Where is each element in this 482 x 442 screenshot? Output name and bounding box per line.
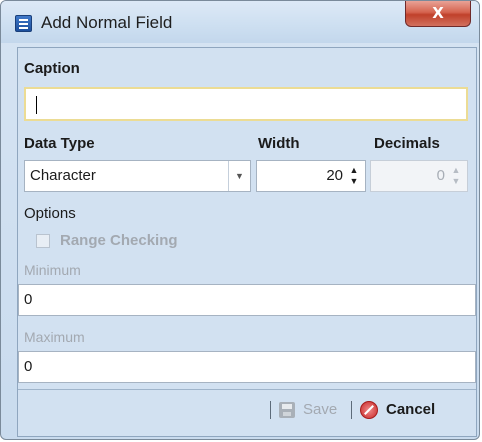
decimals-stepper[interactable]: 0 ▲ ▼	[370, 160, 468, 192]
decimals-label: Decimals	[374, 135, 440, 152]
data-type-label: Data Type	[24, 135, 95, 152]
toolbar-separator	[351, 401, 352, 419]
width-stepper[interactable]: 20 ▲ ▼	[256, 160, 366, 192]
range-checking-label: Range Checking	[60, 232, 178, 249]
maximum-label: Maximum	[24, 329, 85, 345]
close-button[interactable]: X	[405, 1, 471, 27]
minimum-label: Minimum	[24, 262, 81, 278]
maximum-value: 0	[24, 358, 33, 375]
options-label: Options	[24, 205, 76, 222]
minimum-input[interactable]: 0	[18, 284, 476, 316]
text-caret	[36, 96, 37, 114]
app-icon	[15, 15, 32, 32]
data-type-selected-value: Character	[30, 167, 96, 184]
toolbar-separator	[270, 401, 271, 419]
close-icon: X	[432, 4, 444, 22]
cancel-button[interactable]: Cancel	[358, 398, 472, 422]
cancel-icon	[360, 401, 378, 419]
spinner-icon[interactable]: ▲ ▼	[347, 165, 361, 187]
footer-divider	[18, 389, 476, 390]
width-decrement-button[interactable]: ▼	[347, 176, 361, 187]
width-value: 20	[326, 167, 343, 184]
width-increment-button[interactable]: ▲	[347, 165, 361, 176]
minimum-value: 0	[24, 291, 33, 308]
cancel-label: Cancel	[386, 401, 436, 418]
maximum-input[interactable]: 0	[18, 351, 476, 383]
window-title: Add Normal Field	[41, 13, 173, 32]
add-normal-field-dialog: Add Normal Field X Caption Data Type Wid…	[0, 0, 480, 440]
decimals-increment-button[interactable]: ▲	[449, 165, 463, 176]
save-icon	[279, 402, 295, 418]
chevron-down-icon[interactable]: ▼	[228, 161, 250, 191]
save-label: Save	[303, 401, 338, 418]
save-button[interactable]: Save	[277, 398, 351, 422]
caption-input[interactable]	[24, 87, 468, 121]
dialog-content: Caption Data Type Width Decimals Charact…	[17, 47, 477, 437]
decimals-value: 0	[436, 167, 445, 184]
decimals-decrement-button[interactable]: ▼	[449, 176, 463, 187]
data-type-select[interactable]: Character ▼	[24, 160, 251, 192]
spinner-icon[interactable]: ▲ ▼	[449, 165, 463, 187]
caption-label: Caption	[24, 60, 80, 77]
range-checking-checkbox[interactable]	[36, 234, 50, 248]
title-bar[interactable]: Add Normal Field X	[1, 1, 479, 43]
width-label: Width	[258, 135, 300, 152]
